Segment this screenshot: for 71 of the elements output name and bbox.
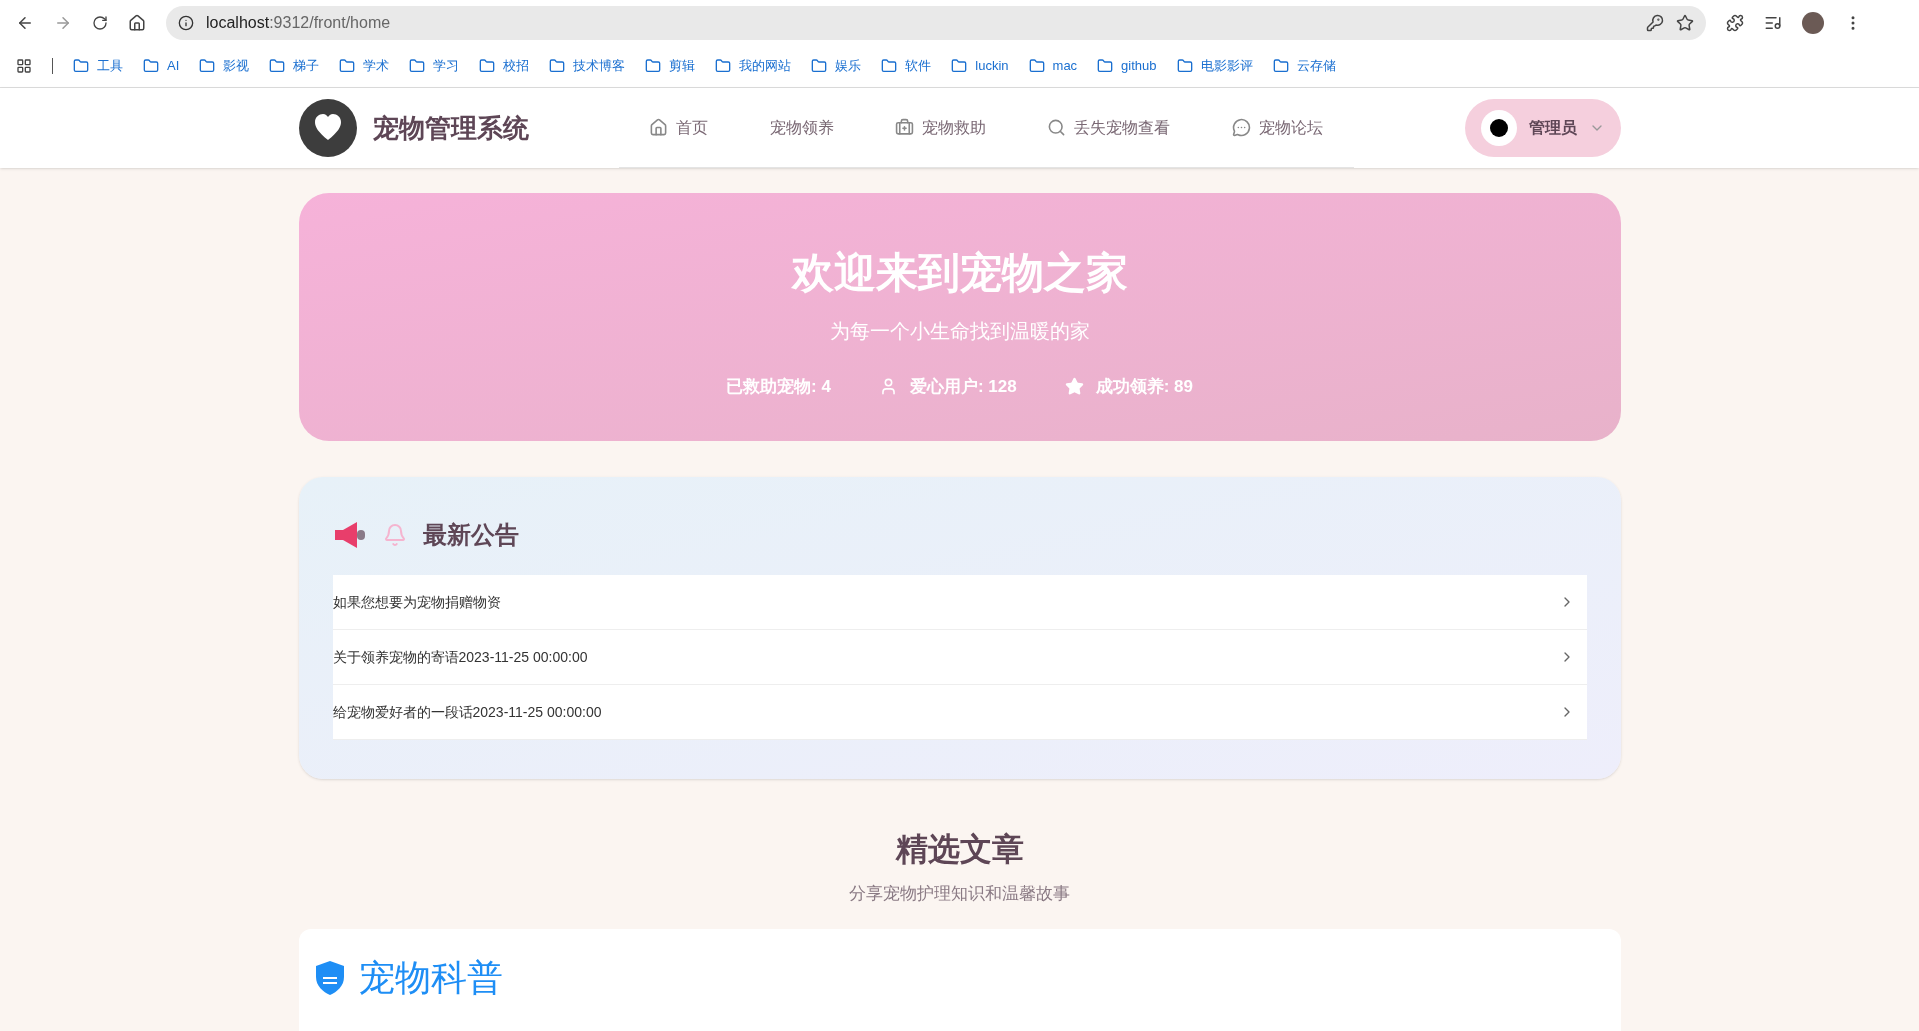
- folder-icon: [881, 58, 898, 74]
- bookmark[interactable]: 云存储: [1272, 56, 1336, 76]
- star-icon: [1064, 377, 1084, 397]
- bookmark[interactable]: 软件: [881, 56, 932, 76]
- folder-icon: [1028, 58, 1045, 74]
- bookmark[interactable]: 工具: [73, 56, 123, 76]
- banner-title: 欢迎来到宠物之家: [791, 248, 1128, 298]
- profile-avatar[interactable]: [1802, 11, 1824, 34]
- section-subtitle: 分享宠物护理知识和温馨故事: [849, 883, 1070, 905]
- folder-icon: [143, 58, 159, 74]
- folder-icon: [1176, 58, 1193, 74]
- notice-item[interactable]: 关于领养宠物的寄语2023-11-25 00:00:00: [332, 630, 1587, 685]
- megaphone-icon: [332, 520, 367, 550]
- reload-icon[interactable]: [92, 14, 108, 31]
- address-bar[interactable]: localhost:9312/front/home: [166, 5, 1706, 40]
- logo-icon: [298, 99, 357, 157]
- site-info-icon[interactable]: [178, 14, 194, 31]
- nav-link[interactable]: 宠物领养: [769, 115, 834, 140]
- bookmark[interactable]: 校招: [479, 56, 530, 76]
- bookmark[interactable]: mac: [1028, 56, 1078, 76]
- folder-icon: [1097, 58, 1114, 74]
- bookmark[interactable]: 电影影评: [1176, 56, 1253, 76]
- bell-icon: [382, 523, 407, 547]
- folder-icon: [549, 58, 566, 74]
- folder-icon: [73, 58, 89, 74]
- folder-icon: [715, 58, 732, 74]
- notice-title: 最新公告: [422, 520, 519, 550]
- user-menu[interactable]: 管理员: [1464, 99, 1621, 157]
- bookmark[interactable]: 娱乐: [811, 56, 862, 76]
- banner-subtitle: 为每一个小生命找到温暖的家: [829, 319, 1090, 344]
- folder-icon: [479, 58, 496, 74]
- search-icon: [1047, 118, 1067, 137]
- bookmark[interactable]: 学术: [339, 56, 390, 76]
- stat-text: 已救助宠物: 4: [726, 376, 831, 398]
- bookmark[interactable]: 梯子: [269, 56, 320, 76]
- bookmark[interactable]: AI: [143, 56, 180, 76]
- notice-item[interactable]: 给宠物爱好者的一段话2023-11-25 00:00:00: [332, 685, 1587, 740]
- bookmark[interactable]: luckin: [951, 56, 1009, 76]
- bookmark-star-icon[interactable]: [1676, 13, 1694, 32]
- apps-icon[interactable]: [16, 58, 32, 74]
- nav-link[interactable]: 首页: [649, 115, 709, 140]
- bookmark[interactable]: 技术博客: [549, 56, 626, 76]
- folder-icon: [339, 58, 356, 74]
- bookmark[interactable]: 影视: [199, 56, 250, 76]
- stat-text: 爱心用户: 128: [909, 376, 1017, 398]
- folder-icon: [1272, 58, 1289, 74]
- medical-kit-icon: [894, 118, 914, 137]
- category-title: 宠物科普: [358, 955, 503, 1000]
- bookmark[interactable]: 剪辑: [645, 56, 696, 76]
- folder-icon: [409, 58, 426, 74]
- folder-icon: [951, 58, 968, 74]
- bookmark[interactable]: github: [1097, 56, 1157, 76]
- folder-icon: [199, 58, 216, 74]
- extensions-icon[interactable]: [1726, 13, 1744, 32]
- nav-link[interactable]: 宠物救助: [894, 115, 986, 140]
- folder-icon: [269, 58, 286, 74]
- stat-text: 成功领养: 89: [1095, 376, 1193, 398]
- folder-icon: [645, 58, 662, 74]
- url-text: localhost:9312/front/home: [206, 12, 392, 33]
- home-icon: [649, 118, 669, 137]
- nav-link[interactable]: 丢失宠物查看: [1047, 115, 1171, 140]
- section-title: 精选文章: [895, 830, 1024, 869]
- key-icon[interactable]: [1646, 13, 1664, 32]
- site-title: 宠物管理系统: [372, 111, 529, 145]
- chat-bubble-icon: [1231, 118, 1251, 137]
- bookmark[interactable]: 我的网站: [715, 56, 792, 76]
- home-icon[interactable]: [128, 13, 146, 32]
- nav-link[interactable]: 宠物论坛: [1231, 115, 1323, 140]
- bookmark[interactable]: 学习: [409, 56, 460, 76]
- notice-item[interactable]: 如果您想要为宠物捐赠物资: [332, 575, 1587, 630]
- folder-icon: [811, 58, 828, 74]
